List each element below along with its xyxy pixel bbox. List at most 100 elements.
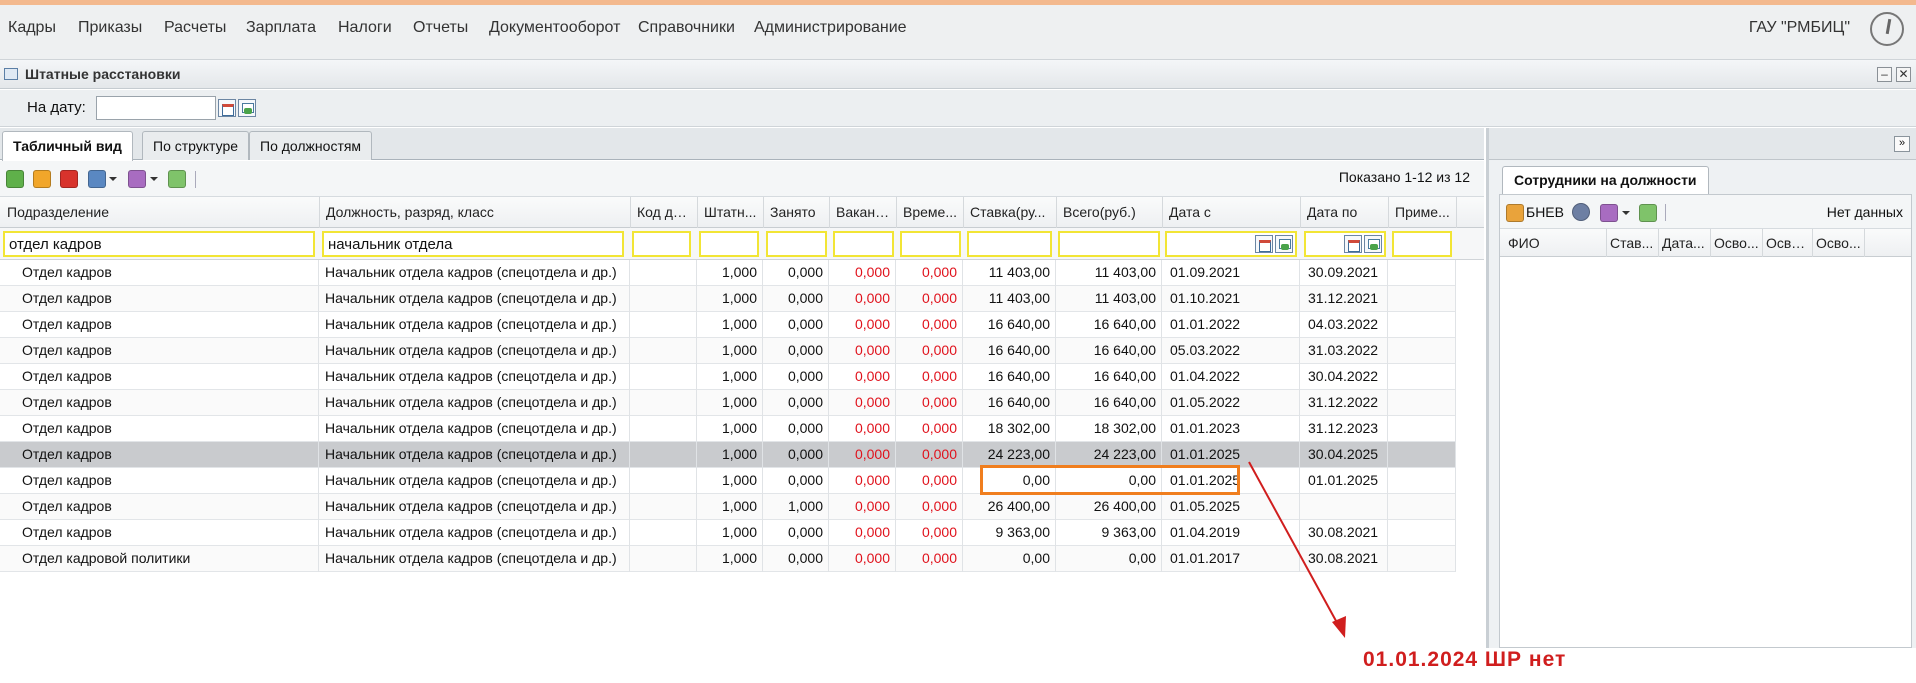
tab-employees[interactable]: Сотрудники на должности (1502, 166, 1709, 194)
position-filter[interactable]: начальник отдела (322, 231, 624, 257)
table-cell-Дата с: 01.05.2022 (1162, 390, 1300, 416)
column-separator[interactable] (1388, 197, 1389, 228)
column-separator[interactable] (1456, 197, 1457, 228)
add-icon[interactable] (6, 170, 24, 188)
column-separator[interactable] (763, 197, 764, 228)
column-separator[interactable] (829, 197, 830, 228)
column-header-6[interactable]: Време... (903, 204, 958, 220)
table-cell-Дата по: 01.01.2025 (1300, 468, 1388, 494)
table-row[interactable]: Отдел кадровой политики Начальник отдела … (0, 546, 1456, 572)
menu-item-8[interactable]: Администрирование (754, 19, 907, 37)
column-header-10[interactable]: Дата по (1307, 204, 1383, 220)
column-separator[interactable] (1762, 229, 1763, 257)
vacant-filter[interactable] (833, 231, 894, 257)
employee-column-header-5[interactable]: Осво... (1816, 235, 1862, 251)
menu-item-0[interactable]: Кадры (8, 19, 56, 37)
date-input[interactable] (96, 96, 216, 120)
rate-filter[interactable] (967, 231, 1052, 257)
column-separator[interactable] (630, 197, 631, 228)
column-header-0[interactable]: Подразделение (7, 204, 314, 220)
employee-column-header-3[interactable]: Осво... (1714, 235, 1760, 251)
column-separator[interactable] (1864, 229, 1865, 257)
column-header-8[interactable]: Всего(руб.) (1063, 204, 1157, 220)
employee-column-header-0[interactable]: ФИО (1508, 235, 1604, 251)
column-header-11[interactable]: Приме... (1395, 204, 1451, 220)
table-row[interactable]: Отдел кадров Начальник отдела кадров (спе… (0, 494, 1456, 520)
column-separator[interactable] (896, 197, 897, 228)
tab-by-positions[interactable]: По должностям (249, 131, 373, 160)
actions-icon[interactable] (1600, 204, 1618, 222)
total-filter[interactable] (1058, 231, 1160, 257)
table-cell-Должность, разряд, класс: Начальник отдела кадров (спецотдела и др… (319, 468, 630, 494)
collapse-panel-icon[interactable]: » (1894, 136, 1910, 152)
delete-icon[interactable] (60, 170, 78, 188)
table-row[interactable]: Отдел кадров Начальник отдела кадров (спе… (0, 286, 1456, 312)
menu-item-5[interactable]: Отчеты (413, 19, 468, 37)
column-separator[interactable] (1300, 197, 1301, 228)
table-row[interactable]: Отдел кадров Начальник отдела кадров (спе… (0, 312, 1456, 338)
clear-date-icon[interactable] (1275, 235, 1293, 253)
clear-date-icon[interactable] (238, 99, 256, 117)
menu-item-7[interactable]: Справочники (638, 19, 735, 37)
table-row[interactable]: Отдел кадров Начальник отдела кадров (спе… (0, 260, 1456, 286)
bnev-icon[interactable] (1506, 204, 1524, 222)
department-filter[interactable]: отдел кадров (3, 231, 315, 257)
column-separator[interactable] (1812, 229, 1813, 257)
clear-date-icon[interactable] (1364, 235, 1382, 253)
column-header-7[interactable]: Ставка(ру... (970, 204, 1051, 220)
employees-grid-header: ФИО Став... Дата... Осво... Осво... Осво... (1500, 229, 1911, 257)
actions-dropdown-icon[interactable] (150, 177, 158, 181)
note-filter[interactable] (1392, 231, 1452, 257)
temporary-filter[interactable] (900, 231, 961, 257)
actions-dropdown-icon[interactable] (1622, 211, 1630, 215)
minimize-button[interactable]: – (1877, 67, 1892, 82)
calendar-icon[interactable] (1344, 235, 1362, 253)
staff-filter[interactable] (699, 231, 759, 257)
calendar-icon[interactable] (218, 99, 236, 117)
edit-icon[interactable] (33, 170, 51, 188)
tab-table-view[interactable]: Табличный вид (2, 131, 133, 161)
column-separator[interactable] (697, 197, 698, 228)
refresh-icon[interactable] (1639, 204, 1657, 222)
bnev-button[interactable]: БНЕВ (1526, 204, 1564, 220)
column-separator[interactable] (1710, 229, 1711, 257)
occupied-filter[interactable] (766, 231, 827, 257)
column-separator[interactable] (1606, 229, 1607, 257)
table-row[interactable]: Отдел кадров Начальник отдела кадров (спе… (0, 416, 1456, 442)
user-icon[interactable] (1572, 203, 1590, 221)
menu-item-2[interactable]: Расчеты (164, 19, 226, 37)
column-header-3[interactable]: Штатн... (704, 204, 758, 220)
menu-item-1[interactable]: Приказы (78, 19, 142, 37)
column-header-2[interactable]: Код до... (637, 204, 692, 220)
refresh-icon[interactable] (168, 170, 186, 188)
print-icon[interactable] (88, 170, 106, 188)
column-separator[interactable] (1658, 229, 1659, 257)
menu-item-6[interactable]: Документооборот (489, 19, 620, 37)
column-separator[interactable] (963, 197, 964, 228)
column-separator[interactable] (1056, 197, 1057, 228)
employee-column-header-4[interactable]: Осво... (1766, 235, 1810, 251)
tab-by-structure[interactable]: По структуре (142, 131, 250, 160)
column-header-5[interactable]: Вакант... (836, 204, 891, 220)
table-row[interactable]: Отдел кадров Начальник отдела кадров (спе… (0, 390, 1456, 416)
print-dropdown-icon[interactable] (109, 177, 117, 181)
menu-item-3[interactable]: Зарплата (246, 19, 316, 37)
table-row[interactable]: Отдел кадров Начальник отдела кадров (спе… (0, 338, 1456, 364)
column-header-1[interactable]: Должность, разряд, класс (326, 204, 625, 220)
calendar-icon[interactable] (1255, 235, 1273, 253)
close-window-button[interactable]: ✕ (1896, 67, 1911, 82)
menu-item-4[interactable]: Налоги (338, 19, 392, 37)
column-header-4[interactable]: Занято (770, 204, 824, 220)
code-filter[interactable] (632, 231, 691, 257)
table-row[interactable]: Отдел кадров Начальник отдела кадров (спе… (0, 520, 1456, 546)
date-from-filter[interactable] (1165, 231, 1297, 257)
table-row[interactable]: Отдел кадров Начальник отдела кадров (спе… (0, 364, 1456, 390)
employee-column-header-1[interactable]: Став... (1610, 235, 1656, 251)
actions-icon[interactable] (128, 170, 146, 188)
column-separator[interactable] (319, 197, 320, 228)
column-separator[interactable] (1162, 197, 1163, 228)
power-icon[interactable] (1870, 12, 1904, 46)
column-header-9[interactable]: Дата с (1169, 204, 1295, 220)
date-to-filter[interactable] (1304, 231, 1386, 257)
employee-column-header-2[interactable]: Дата... (1662, 235, 1708, 251)
